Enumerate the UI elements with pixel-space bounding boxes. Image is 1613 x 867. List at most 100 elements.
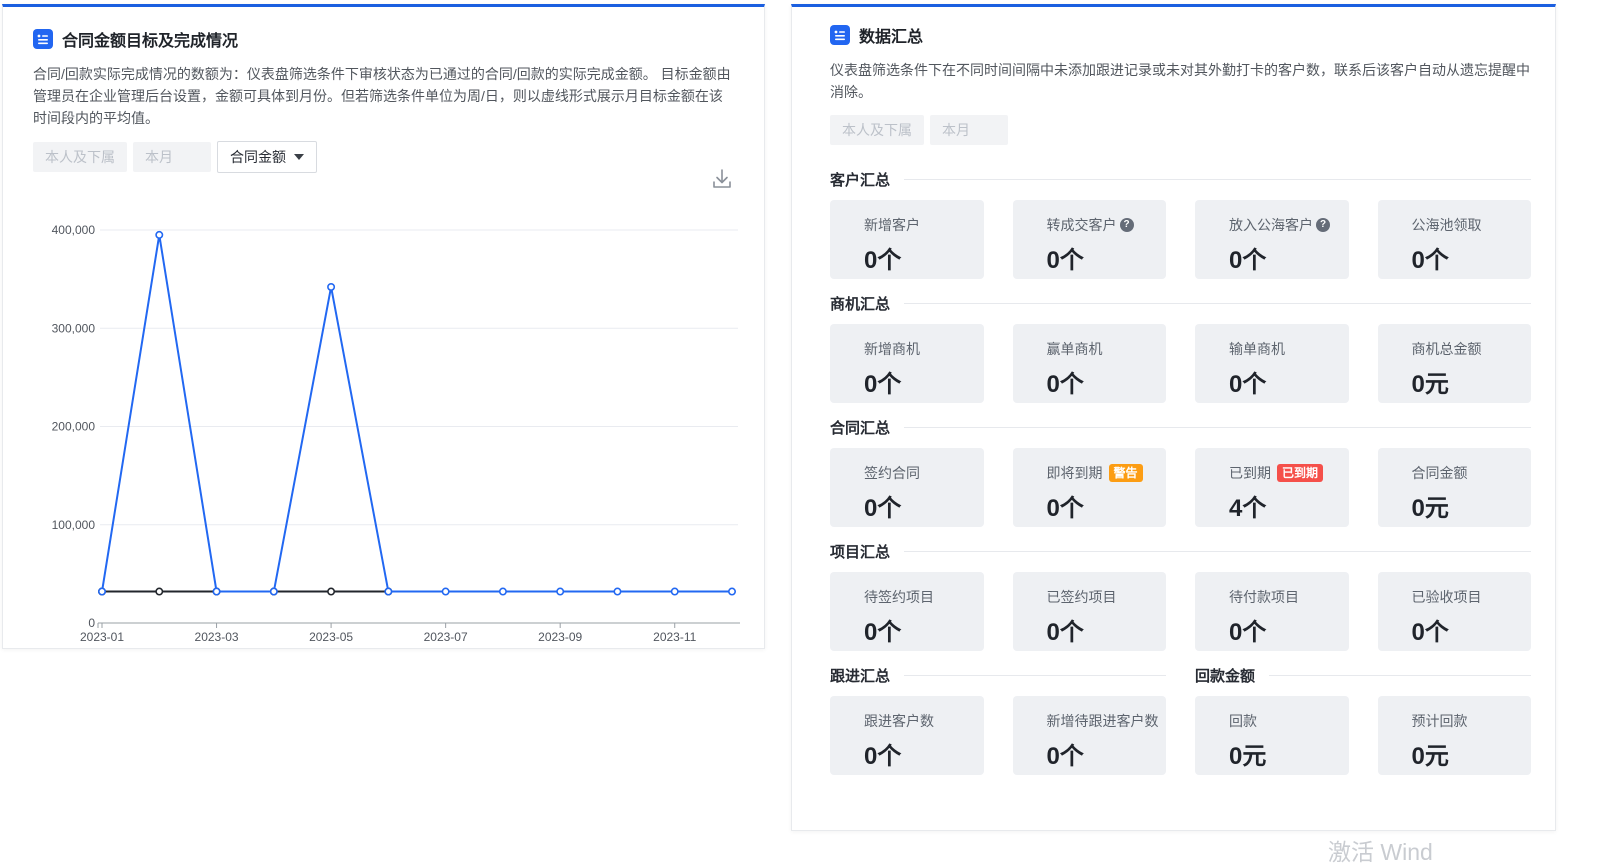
contract-line-chart[interactable]: 400,000300,000200,000100,00002023-012023…	[3, 197, 764, 649]
stat-card-row: 回款0元预计回款0元	[1195, 696, 1531, 775]
section-divider	[904, 551, 1531, 552]
stat-card-回款[interactable]: 回款0元	[1195, 696, 1349, 775]
stat-card-放入公海客户[interactable]: 放入公海客户? 0个	[1195, 200, 1349, 279]
data-point[interactable]	[557, 588, 563, 594]
stat-card-商机总金额[interactable]: 商机总金额0元	[1378, 324, 1532, 403]
stat-label: 放入公海客户	[1229, 215, 1313, 235]
stat-value: 0个	[1229, 240, 1341, 275]
panel-description: 合同/回款实际完成情况的数额为：仪表盘筛选条件下审核状态为已通过的合同/回款的实…	[33, 63, 734, 129]
section-跟进汇总: 跟进汇总跟进客户数 0个 新增待跟进客户数 0个	[830, 665, 1166, 775]
panel-title: 数据汇总	[859, 23, 923, 47]
section-title: 项目汇总	[830, 541, 890, 562]
stat-card-row: 新增客户0个转成交客户?0个 放入公海客户? 0个 公海池领取0个	[830, 200, 1531, 279]
section-divider	[904, 675, 1166, 676]
stat-card-待付款项目[interactable]: 待付款项目0个	[1195, 572, 1349, 651]
stat-card-新增商机[interactable]: 新增商机0个	[830, 324, 984, 403]
stat-card-即将到期[interactable]: 即将到期警告0个	[1013, 448, 1167, 527]
section-title: 商机汇总	[830, 293, 890, 314]
stat-label: 转成交客户	[1047, 215, 1117, 235]
stat-card-已签约项目[interactable]: 已签约项目0个	[1013, 572, 1167, 651]
period-filter-button[interactable]: 本月	[930, 115, 1008, 145]
section-header: 项目汇总	[830, 541, 1531, 562]
data-point[interactable]	[614, 588, 620, 594]
data-point[interactable]	[271, 588, 277, 594]
scope-filter-button[interactable]: 本人及下属	[830, 115, 924, 145]
stat-value: 0个	[864, 488, 976, 523]
scope-filter-button[interactable]: 本人及下属	[33, 142, 127, 172]
section-title: 跟进汇总	[830, 665, 890, 686]
stat-card-输单商机[interactable]: 输单商机0个	[1195, 324, 1349, 403]
download-icon[interactable]	[710, 167, 734, 193]
stat-card-合同金额[interactable]: 合同金额0元	[1378, 448, 1532, 527]
stat-card-row: 待签约项目0个已签约项目0个待付款项目0个 已验收项目 0个	[830, 572, 1531, 651]
stat-card-新增客户[interactable]: 新增客户0个	[830, 200, 984, 279]
stat-label-row: 即将到期警告	[1047, 463, 1159, 483]
stat-label: 赢单商机	[1047, 339, 1103, 359]
stat-value: 0个	[1412, 612, 1524, 647]
section-header: 合同汇总	[830, 417, 1531, 438]
data-point[interactable]	[156, 588, 162, 594]
data-point[interactable]	[672, 588, 678, 594]
stat-label: 已验收项目	[1412, 587, 1482, 607]
section-title: 合同汇总	[830, 417, 890, 438]
x-tick-label: 2023-11	[653, 630, 696, 644]
section-客户汇总: 客户汇总新增客户0个转成交客户?0个 放入公海客户? 0个 公海池领取0个	[830, 169, 1531, 279]
stat-label: 待签约项目	[864, 587, 934, 607]
stat-card-转成交客户[interactable]: 转成交客户?0个	[1013, 200, 1167, 279]
x-tick-label: 2023-07	[424, 630, 468, 644]
status-badge: 警告	[1109, 464, 1143, 482]
y-tick-label: 400,000	[52, 223, 96, 237]
x-tick-label: 2023-01	[80, 630, 124, 644]
stat-card-赢单商机[interactable]: 赢单商机0个	[1013, 324, 1167, 403]
stat-label-row: 合同金额	[1412, 463, 1524, 483]
stat-label: 商机总金额	[1412, 339, 1482, 359]
report-icon	[33, 29, 53, 49]
stat-label: 已签约项目	[1047, 587, 1117, 607]
stat-card-row: 跟进客户数 0个 新增待跟进客户数 0个	[830, 696, 1166, 775]
stat-label-row: 待签约项目	[864, 587, 976, 607]
metric-dropdown[interactable]: 合同金额	[217, 141, 317, 173]
data-point[interactable]	[328, 284, 334, 290]
stat-card-跟进客户数[interactable]: 跟进客户数 0个	[830, 696, 984, 775]
stat-value: 0个	[864, 736, 976, 771]
data-point[interactable]	[156, 232, 162, 238]
section-divider	[904, 303, 1531, 304]
section-divider	[904, 427, 1531, 428]
section-divider	[1269, 675, 1531, 676]
data-point[interactable]	[213, 588, 219, 594]
stat-card-预计回款[interactable]: 预计回款0元	[1378, 696, 1532, 775]
data-point[interactable]	[99, 588, 105, 594]
y-tick-label: 200,000	[52, 420, 96, 434]
stat-card-新增待跟进客户数[interactable]: 新增待跟进客户数 0个	[1013, 696, 1167, 775]
filter-row: 本人及下属 本月 合同金额	[33, 141, 734, 173]
data-point[interactable]	[385, 588, 391, 594]
section-title: 客户汇总	[830, 169, 890, 190]
panel-header: 合同金额目标及完成情况	[33, 27, 734, 51]
stat-label: 新增待跟进客户数	[1047, 711, 1159, 731]
stat-label-row: 签约合同	[864, 463, 976, 483]
contract-target-panel: 合同金额目标及完成情况 合同/回款实际完成情况的数额为：仪表盘筛选条件下审核状态…	[2, 4, 765, 649]
stat-card-公海池领取[interactable]: 公海池领取0个	[1378, 200, 1532, 279]
stat-label-row: 跟进客户数	[864, 711, 976, 731]
stat-value: 0个	[1047, 736, 1159, 771]
metric-dropdown-label: 合同金额	[230, 147, 286, 167]
stat-card-已到期[interactable]: 已到期已到期4个	[1195, 448, 1349, 527]
stat-card-已验收项目[interactable]: 已验收项目 0个	[1378, 572, 1532, 651]
help-icon[interactable]: ?	[1316, 218, 1330, 232]
stat-label-row: 预计回款	[1412, 711, 1524, 731]
data-point[interactable]	[500, 588, 506, 594]
stat-label: 新增客户	[864, 215, 920, 235]
stat-card-待签约项目[interactable]: 待签约项目0个	[830, 572, 984, 651]
stat-value: 0元	[1229, 736, 1341, 771]
stat-label-row: 待付款项目	[1229, 587, 1341, 607]
data-point[interactable]	[729, 588, 735, 594]
section-回款金额: 回款金额回款0元预计回款0元	[1195, 665, 1531, 775]
stat-value: 0个	[1229, 364, 1341, 399]
data-point[interactable]	[442, 588, 448, 594]
data-point[interactable]	[328, 588, 334, 594]
section-商机汇总: 商机汇总新增商机0个赢单商机0个输单商机0个商机总金额0元	[830, 293, 1531, 403]
help-icon[interactable]: ?	[1120, 218, 1134, 232]
stat-card-签约合同[interactable]: 签约合同 0个	[830, 448, 984, 527]
period-filter-button[interactable]: 本月	[133, 142, 211, 172]
y-tick-label: 0	[88, 616, 95, 630]
